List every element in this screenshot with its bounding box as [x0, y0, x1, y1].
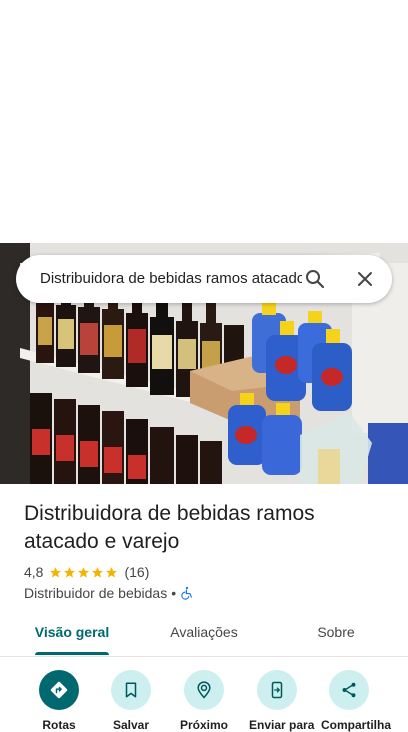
place-title: Distribuidora de bebidas ramos atacado e… [24, 502, 315, 553]
nearby-label: Próximo [179, 718, 228, 732]
star-rating [49, 566, 119, 579]
separator-dot: • [171, 585, 177, 601]
category-row: Distribuidor de bebidas • [24, 584, 194, 602]
search-input[interactable]: Distribuidora de bebidas ramos atacado e… [40, 267, 302, 291]
map-area[interactable] [0, 0, 408, 243]
tab-overview[interactable]: Visão geral [24, 612, 120, 654]
tab-reviews[interactable]: Avaliações [156, 612, 252, 654]
place-category: Distribuidor de bebidas [24, 585, 168, 601]
search-icon[interactable] [303, 267, 327, 291]
tab-bar: Visão geral Avaliações Sobre [0, 612, 408, 657]
star-icon [50, 566, 62, 578]
share-button[interactable]: Compartilha [321, 670, 392, 732]
close-icon[interactable] [353, 267, 377, 291]
send-to-phone-icon [271, 681, 283, 699]
directions-button[interactable]: Rotas [31, 670, 87, 732]
save-button[interactable]: Salvar [103, 670, 159, 732]
share-label: Compartilha [321, 718, 392, 732]
share-icon [342, 682, 356, 698]
send-to-phone-button[interactable]: Enviar para [249, 670, 315, 732]
bookmark-icon [125, 682, 137, 698]
tab-about[interactable]: Sobre [290, 612, 382, 654]
wheelchair-icon[interactable] [180, 586, 194, 600]
rating-row[interactable]: 4,8 (16) [24, 563, 149, 581]
star-icon [64, 566, 76, 578]
nearby-button[interactable]: Próximo [176, 670, 232, 732]
reviews-count[interactable]: (16) [124, 564, 149, 580]
rating-value: 4,8 [24, 564, 44, 580]
search-bar[interactable]: Distribuidora de bebidas ramos atacado e… [16, 255, 392, 303]
save-label: Salvar [112, 718, 150, 732]
star-icon [106, 566, 118, 578]
tab-selected-indicator [35, 652, 109, 655]
star-icon [92, 566, 104, 578]
nearby-icon [197, 681, 211, 699]
directions-icon [50, 681, 68, 699]
directions-label: Rotas [42, 718, 76, 732]
send-to-phone-label: Enviar para [249, 718, 315, 732]
star-icon [78, 566, 90, 578]
